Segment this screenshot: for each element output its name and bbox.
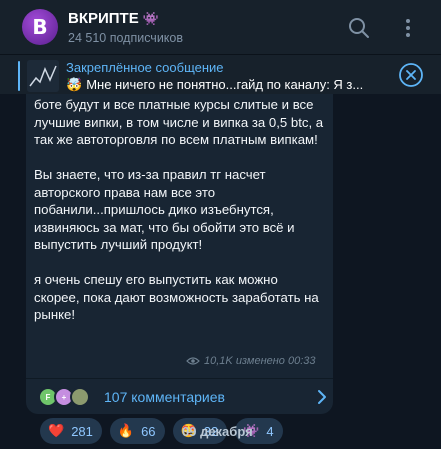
pinned-emoji: 🤯 [66,77,83,92]
reaction-heart[interactable]: ❤️ 281 [40,418,102,444]
view-count: 10,1K [204,355,233,367]
edited-time: изменено 00:33 [235,355,316,367]
reaction-count: 66 [141,423,156,439]
reaction-fire[interactable]: 🔥 66 [109,418,165,444]
pinned-label: Закреплённое сообщение [66,60,224,75]
channel-title-wrap[interactable]: ВКРИПТЕ 👾 [68,10,159,28]
eye-icon [186,357,200,365]
reaction-count: 4 [266,423,274,439]
search-icon[interactable] [347,16,371,40]
heart-icon: ❤️ [48,423,65,438]
comments-button[interactable]: F + 107 комментариев [26,378,333,414]
commenter-avatar [70,387,90,407]
date-separator: 09 декабря [182,424,253,439]
fire-icon: 🔥 [117,423,135,438]
avatar-letter: B [32,15,48,39]
reactions-bar: ❤️ 281 🔥 66 🤩 32 👾 4 [40,418,291,444]
subscriber-count: 24 510 подписчиков [68,31,184,45]
comments-label[interactable]: 107 комментариев [104,389,225,405]
channel-title[interactable]: ВКРИПТЕ [68,10,139,27]
channel-avatar[interactable]: B [22,9,58,45]
close-pinned-icon[interactable] [398,62,424,88]
title-emoji: 👾 [142,11,159,26]
chat-header: B ВКРИПТЕ 👾 24 510 подписчиков [0,0,441,54]
message-text: боте будут и все платные курсы слитые и … [34,97,324,322]
pinned-text: 🤯 Мне ничего не понятно...гайд по каналу:… [66,77,388,93]
pinned-message-bar[interactable]: Закреплённое сообщение 🤯 Мне ничего не по… [0,54,441,94]
pinned-text-content: Мне ничего не понятно...гайд по каналу: … [86,77,364,92]
chevron-right-icon[interactable] [316,389,328,405]
pinned-thumbnail [27,60,59,92]
reaction-count: 281 [71,423,93,439]
message-meta: 10,1K изменено 00:33 [186,355,316,367]
pin-indicator-bar [18,61,20,91]
more-vertical-icon[interactable] [396,16,420,40]
